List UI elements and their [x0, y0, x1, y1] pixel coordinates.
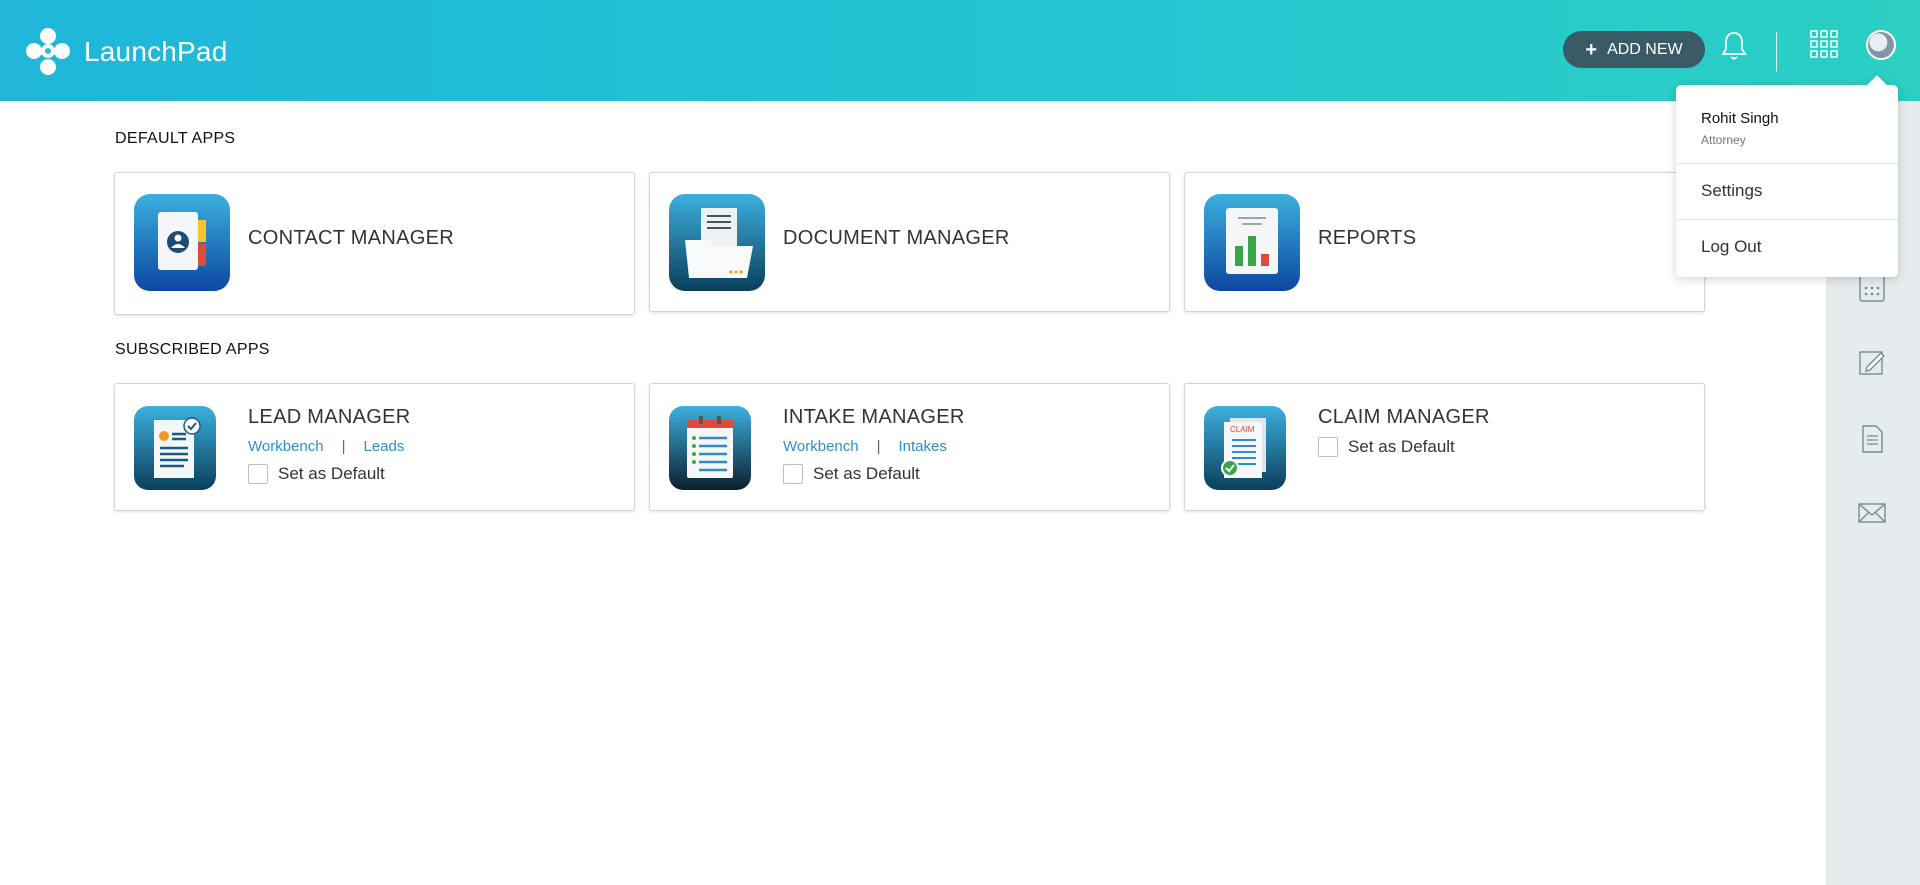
set-default-label: Set as Default: [1348, 437, 1455, 456]
add-new-label: ADD NEW: [1607, 40, 1683, 58]
avatar[interactable]: [1866, 30, 1896, 60]
card-title: CONTACT MANAGER: [248, 227, 454, 249]
subscribed-apps-heading: SUBSCRIBED APPS: [115, 341, 270, 358]
app-name: LaunchPad: [84, 36, 228, 67]
mail-icon[interactable]: [1857, 498, 1887, 528]
leads-link[interactable]: Leads: [364, 438, 405, 455]
card-title: REPORTS: [1318, 227, 1417, 249]
card-title: DOCUMENT MANAGER: [783, 227, 1010, 249]
app-card-lead-manager[interactable]: LEAD MANAGER Workbench | Leads Set as De…: [114, 383, 635, 511]
app-logo[interactable]: LaunchPad: [24, 26, 227, 78]
menu-divider: [1676, 163, 1898, 164]
app-links: Workbench | Leads: [248, 438, 404, 455]
plus-icon: +: [1585, 38, 1598, 61]
link-separator: |: [341, 438, 346, 455]
set-default-checkbox[interactable]: [248, 464, 268, 484]
set-default-checkbox[interactable]: [1318, 437, 1338, 457]
reports-icon: [1204, 194, 1300, 291]
app-card-contact-manager[interactable]: CONTACT MANAGER: [114, 172, 635, 315]
user-menu-dropdown: Rohit Singh Attorney Settings Log Out: [1676, 75, 1898, 277]
app-links: Workbench | Intakes: [783, 438, 947, 455]
add-new-button[interactable]: + ADD NEW: [1563, 31, 1705, 68]
menu-divider: [1676, 219, 1898, 220]
set-default-label: Set as Default: [813, 464, 920, 483]
set-default-row: Set as Default: [783, 464, 920, 484]
card-title: INTAKE MANAGER: [783, 406, 965, 428]
bell-icon[interactable]: [1720, 30, 1748, 62]
set-default-row: Set as Default: [248, 464, 385, 484]
claim-icon-text: CLAIM: [1230, 425, 1255, 434]
app-card-claim-manager[interactable]: CLAIM CLAIM MANAGER Set as Default: [1184, 383, 1705, 511]
app-card-intake-manager[interactable]: INTAKE MANAGER Workbench | Intakes Set a…: [649, 383, 1170, 511]
launchpad-logo-icon: [26, 28, 70, 75]
card-title: CLAIM MANAGER: [1318, 406, 1490, 428]
app-card-reports[interactable]: REPORTS: [1184, 172, 1705, 312]
user-name: Rohit Singh: [1701, 110, 1779, 127]
calculator-icon[interactable]: [1857, 273, 1887, 303]
apps-grid-icon[interactable]: [1810, 30, 1838, 58]
link-separator: |: [876, 438, 881, 455]
document-icon[interactable]: [1857, 424, 1887, 454]
card-title: LEAD MANAGER: [248, 406, 411, 428]
intake-manager-icon: [669, 406, 751, 490]
contact-manager-icon: [134, 194, 230, 291]
top-header: LaunchPad + ADD NEW: [0, 0, 1920, 101]
app-card-document-manager[interactable]: DOCUMENT MANAGER: [649, 172, 1170, 312]
user-role: Attorney: [1701, 133, 1746, 147]
workbench-link[interactable]: Workbench: [248, 438, 324, 455]
settings-menu-item[interactable]: Settings: [1701, 181, 1762, 201]
default-apps-heading: DEFAULT APPS: [115, 130, 236, 147]
set-default-checkbox[interactable]: [783, 464, 803, 484]
intakes-link[interactable]: Intakes: [899, 438, 947, 455]
edit-icon[interactable]: [1857, 348, 1887, 378]
workbench-link[interactable]: Workbench: [783, 438, 859, 455]
header-divider: [1776, 32, 1777, 72]
set-default-row: Set as Default: [1318, 437, 1455, 457]
document-manager-icon: [669, 194, 765, 291]
lead-manager-icon: [134, 406, 216, 490]
logout-menu-item[interactable]: Log Out: [1701, 237, 1762, 257]
set-default-label: Set as Default: [278, 464, 385, 483]
claim-manager-icon: CLAIM: [1204, 406, 1286, 490]
